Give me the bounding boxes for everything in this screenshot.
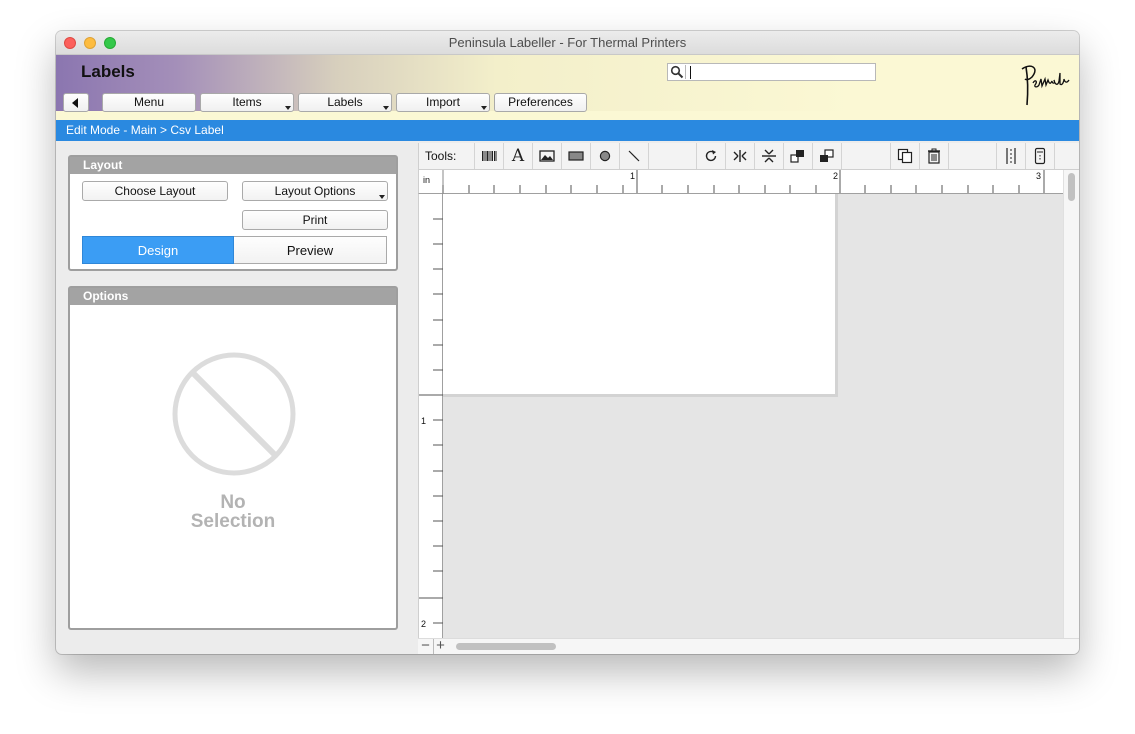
- app-header: Labels Menu Items Labels Import Preferen…: [56, 55, 1079, 120]
- vertical-ruler: 1 2: [418, 194, 443, 638]
- barcode-tool[interactable]: [474, 143, 503, 169]
- empty-state-text: No Selection: [70, 493, 396, 531]
- tools-toolbar: Tools: A: [418, 143, 1079, 170]
- bring-to-front-tool[interactable]: [783, 143, 812, 169]
- bring-to-front-icon: [790, 150, 804, 163]
- tab-preview[interactable]: Preview: [234, 236, 387, 264]
- empty-state-line2: Selection: [190, 511, 276, 532]
- text-tool[interactable]: A: [503, 143, 532, 169]
- rectangle-tool[interactable]: [561, 143, 590, 169]
- dropdown-arrow-icon: [383, 106, 389, 110]
- dropdown-arrow-icon: [379, 195, 385, 199]
- back-button[interactable]: [63, 93, 89, 112]
- options-panel: Options No Selection: [68, 286, 398, 630]
- menu-button-label: Menu: [133, 95, 165, 109]
- dropdown-arrow-icon: [285, 106, 291, 110]
- label-size-icon: [1034, 147, 1046, 165]
- trash-icon: [928, 148, 940, 164]
- toolbar-spacer: [648, 143, 696, 169]
- search-input[interactable]: [667, 63, 876, 81]
- layout-options-label: Layout Options: [274, 184, 356, 198]
- page-title: Labels: [81, 62, 135, 81]
- menu-button[interactable]: Menu: [102, 93, 196, 112]
- send-to-back-icon: [820, 149, 834, 162]
- label-size-tool[interactable]: [1025, 143, 1054, 169]
- guides-tool[interactable]: [996, 143, 1025, 169]
- options-panel-title: Options: [70, 288, 396, 305]
- toolbar-spacer: [841, 143, 890, 169]
- label-page[interactable]: [443, 194, 838, 397]
- layout-options-button[interactable]: Layout Options: [242, 181, 388, 201]
- title-bar: Peninsula Labeller - For Thermal Printer…: [56, 31, 1079, 55]
- empty-state-line1: No: [220, 492, 246, 513]
- toolbar-spacer: [1054, 143, 1079, 169]
- ellipse-tool[interactable]: [590, 143, 619, 169]
- import-button[interactable]: Import: [396, 93, 490, 112]
- labels-button-label: Labels: [327, 95, 363, 109]
- ruler-label: 2: [833, 171, 839, 181]
- flip-horizontal-icon: [733, 150, 747, 162]
- send-to-back-tool[interactable]: [812, 143, 841, 169]
- items-button-label: Items: [232, 95, 262, 109]
- labels-button[interactable]: Labels: [298, 93, 392, 112]
- line-icon: [628, 150, 640, 162]
- barcode-icon: [482, 151, 497, 161]
- rotate-icon: [705, 150, 717, 162]
- window-title: Peninsula Labeller - For Thermal Printer…: [448, 35, 687, 50]
- ellipse-icon: [599, 150, 611, 162]
- layout-panel-title: Layout: [70, 157, 396, 174]
- flip-vertical-tool[interactable]: [754, 143, 783, 169]
- print-button[interactable]: Print: [242, 210, 388, 230]
- ruler-label: 1: [630, 171, 636, 181]
- search-icon[interactable]: [670, 65, 686, 79]
- no-selection-icon: [172, 352, 296, 476]
- flip-horizontal-tool[interactable]: [725, 143, 754, 169]
- back-arrow-icon: [72, 98, 78, 108]
- ruler-label: 1: [421, 416, 427, 426]
- layout-panel: Layout Choose Layout Layout Options Prin…: [68, 155, 398, 271]
- image-icon: [539, 150, 555, 162]
- duplicate-icon: [897, 148, 913, 164]
- choose-layout-button[interactable]: Choose Layout: [82, 181, 228, 201]
- zoom-in-button[interactable]: +: [433, 638, 447, 654]
- line-tool[interactable]: [619, 143, 648, 169]
- rotate-tool[interactable]: [696, 143, 725, 169]
- ruler-label: 2: [421, 619, 427, 629]
- image-tool[interactable]: [532, 143, 561, 169]
- preferences-button[interactable]: Preferences: [494, 93, 587, 112]
- dropdown-arrow-icon: [481, 106, 487, 110]
- vertical-scroll-thumb[interactable]: [1068, 173, 1075, 201]
- import-button-label: Import: [425, 95, 460, 109]
- horizontal-ruler: in 1 2 3: [418, 170, 1063, 194]
- delete-tool[interactable]: [919, 143, 948, 169]
- vertical-scrollbar[interactable]: [1063, 170, 1079, 638]
- text-icon: A: [511, 146, 525, 166]
- app-window: Peninsula Labeller - For Thermal Printer…: [56, 31, 1079, 654]
- text-caret: [690, 66, 691, 79]
- items-button[interactable]: Items: [200, 93, 294, 112]
- horizontal-scrollbar[interactable]: − +: [418, 638, 1079, 654]
- peninsula-logo: [1018, 59, 1073, 109]
- zoom-out-button[interactable]: −: [419, 638, 432, 654]
- horizontal-ruler-ticks: [442, 170, 1045, 194]
- design-canvas[interactable]: [443, 194, 1063, 638]
- tab-design[interactable]: Design: [82, 236, 234, 264]
- toolbar-spacer: [948, 143, 996, 169]
- guides-icon: [1006, 148, 1016, 164]
- breadcrumb: Edit Mode - Main > Csv Label: [56, 120, 1079, 141]
- tools-label: Tools:: [425, 149, 457, 163]
- flip-vertical-icon: [762, 149, 776, 163]
- preferences-button-label: Preferences: [508, 95, 573, 109]
- duplicate-tool[interactable]: [890, 143, 919, 169]
- print-label: Print: [302, 213, 328, 227]
- rectangle-icon: [568, 151, 584, 161]
- choose-layout-label: Choose Layout: [114, 184, 196, 198]
- ruler-label: 3: [1036, 171, 1042, 181]
- horizontal-scroll-thumb[interactable]: [456, 643, 556, 650]
